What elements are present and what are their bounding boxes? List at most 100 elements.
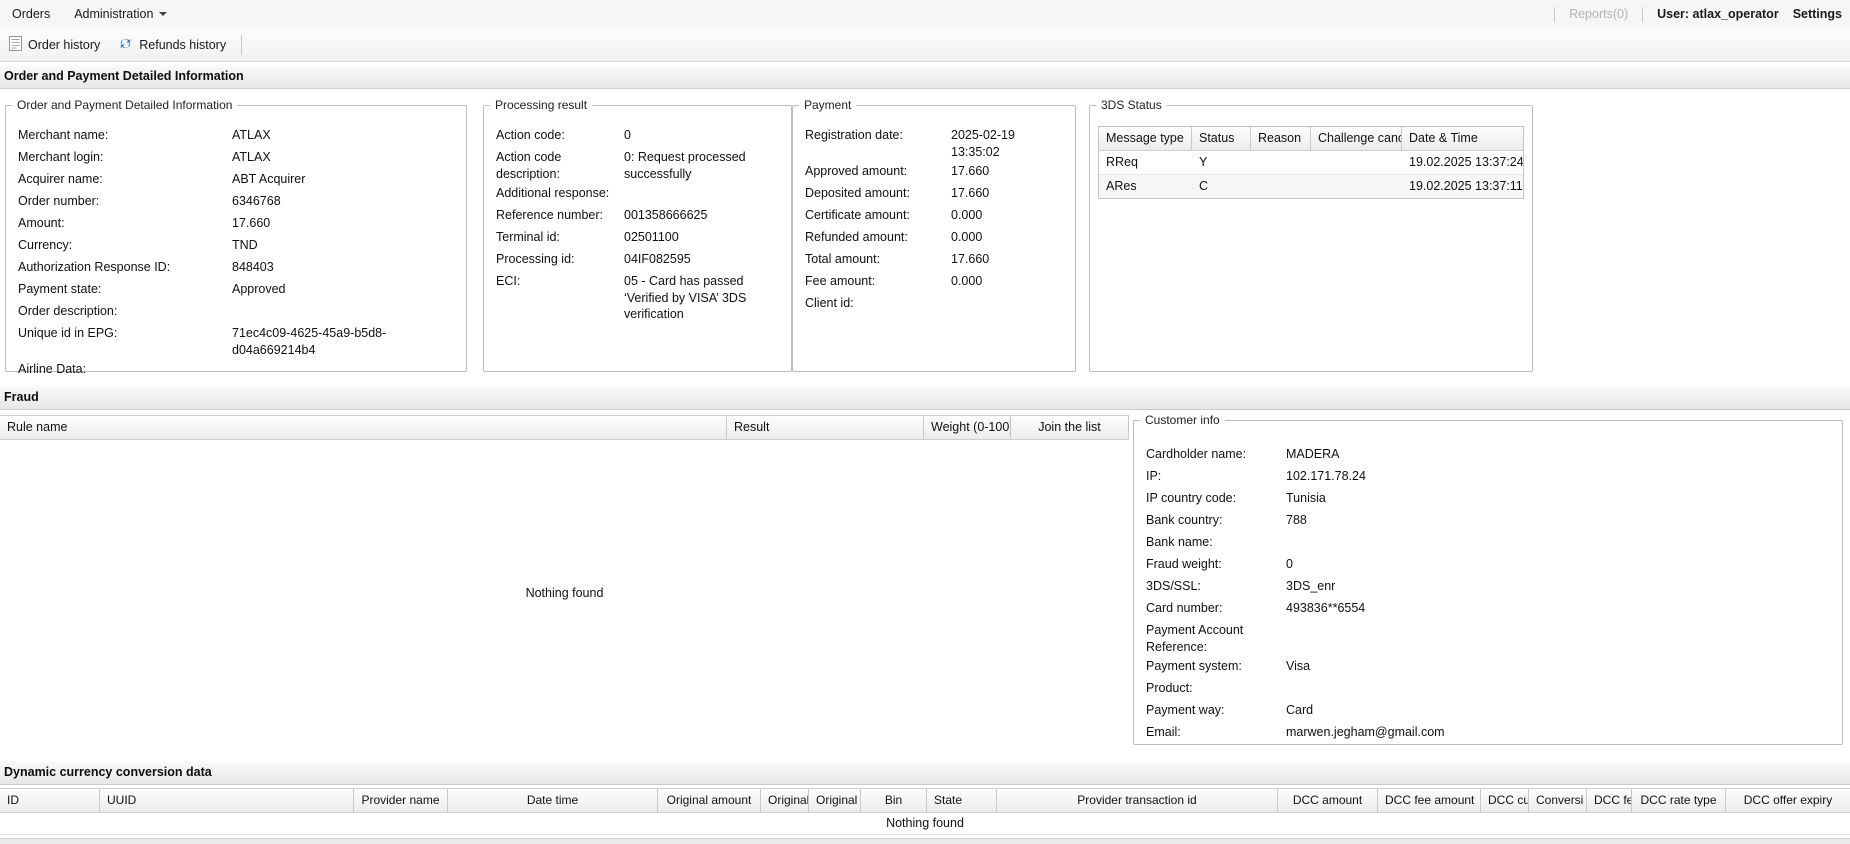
field-value: 001358666625 — [624, 208, 708, 222]
field-row: Order description: — [6, 300, 466, 322]
field-label: Bank country: — [1146, 513, 1223, 527]
column-header[interactable]: Provider transaction id — [997, 789, 1278, 812]
field-label: Client id: — [805, 296, 854, 310]
field-label: Registration date: — [805, 128, 903, 142]
settings-link[interactable]: Settings — [1793, 7, 1842, 21]
column-header[interactable]: State — [927, 789, 997, 812]
column-header[interactable]: Date time — [448, 789, 658, 812]
menu-item-orders[interactable]: Orders — [0, 0, 62, 28]
menu-item-administration[interactable]: Administration — [62, 0, 179, 28]
order-history-button[interactable]: Order history — [0, 33, 109, 57]
column-header[interactable]: Join the list — [1011, 416, 1129, 439]
column-header[interactable]: Bin — [861, 789, 927, 812]
field-row: Amount: 17.660 — [6, 212, 466, 234]
field-value: 3DS_enr — [1286, 579, 1336, 593]
fraud-empty-message: Nothing found — [525, 586, 604, 600]
field-value: ATLAX — [232, 128, 271, 142]
payment-fieldset: Payment Registration date: 2025-02-19 13… — [792, 98, 1076, 372]
refresh-icon — [118, 36, 133, 54]
column-header[interactable]: DCC offer expiry — [1726, 789, 1850, 812]
field-label: Currency: — [18, 238, 73, 252]
refunds-history-button[interactable]: Refunds history — [109, 33, 235, 57]
field-row: Product: — [1134, 677, 1842, 699]
field-row: Unique id in EPG: 71ec4c09-4625-45a9-b5d… — [6, 322, 466, 358]
field-label: Action code: — [496, 128, 565, 142]
column-header[interactable]: Conversi — [1529, 789, 1587, 812]
menubar-separator — [1554, 6, 1556, 22]
table-row: RReq Y 19.02.2025 13:37:24 — [1099, 151, 1523, 175]
field-value: Approved — [232, 282, 286, 296]
field-value: 102.171.78.24 — [1286, 469, 1366, 483]
column-header[interactable]: DCC curr — [1481, 789, 1529, 812]
field-label: Deposited amount: — [805, 186, 910, 200]
field-value: 788 — [1286, 513, 1307, 527]
column-header[interactable]: DCC fee — [1587, 789, 1632, 812]
field-row: Client id: — [793, 292, 1075, 314]
field-row: Airline Data: — [6, 358, 466, 380]
field-label: Card number: — [1146, 601, 1223, 615]
threeds-table: Message type Status Reason Challenge can… — [1098, 126, 1524, 199]
field-label: Unique id in EPG: — [18, 326, 118, 340]
field-value: marwen.jegham@gmail.com — [1286, 725, 1445, 739]
column-header[interactable]: DCC rate type — [1632, 789, 1726, 812]
column-header: Message type — [1099, 127, 1192, 150]
cell-message-type: RReq — [1106, 155, 1138, 169]
processing-result-legend: Processing result — [495, 98, 588, 112]
field-value: 0 — [624, 128, 631, 142]
field-row: Action code: 0 — [484, 124, 791, 146]
column-header[interactable]: Provider name — [354, 789, 448, 812]
column-header[interactable]: UUID — [100, 789, 354, 812]
field-label: Approved amount: — [805, 164, 908, 178]
column-header[interactable]: Rule name — [0, 416, 727, 439]
cell-challenge-cancel — [1311, 151, 1402, 174]
refunds-history-label: Refunds history — [139, 37, 227, 52]
field-row: ECI: 05 - Card has passed ‘Verified by V… — [484, 270, 791, 323]
order-details-rows: Merchant name: ATLAX Merchant login: ATL… — [6, 112, 466, 380]
field-label: ECI: — [496, 274, 521, 288]
column-header[interactable]: DCC fee amount — [1378, 789, 1481, 812]
cell-date-time: 19.02.2025 13:37:24 — [1409, 155, 1523, 169]
column-header[interactable]: ID — [0, 789, 100, 812]
column-header[interactable]: Result — [727, 416, 924, 439]
field-row: Additional response: — [484, 182, 791, 204]
field-value: 2025-02-19 13:35:02 — [951, 128, 1015, 159]
field-row: Terminal id: 02501100 — [484, 226, 791, 248]
order-details-page: Orders Administration Reports(0) User: a… — [0, 0, 1850, 844]
field-row: Card number: 493836**6554 — [1134, 597, 1842, 619]
order-history-label: Order history — [28, 37, 101, 52]
field-row: Fraud weight: 0 — [1134, 553, 1842, 575]
field-row: Authorization Response ID: 848403 — [6, 256, 466, 278]
field-row: IP: 102.171.78.24 — [1134, 465, 1842, 487]
field-value: 02501100 — [624, 230, 679, 244]
field-value: 71ec4c09-4625-45a9-b5d8-d04a669214b4 — [232, 326, 387, 357]
section-header-fraud: Fraud — [0, 385, 1850, 410]
field-label: Processing id: — [496, 252, 575, 266]
column-header[interactable]: Original f — [761, 789, 809, 812]
field-label: Payment state: — [18, 282, 102, 296]
field-label: Refunded amount: — [805, 230, 908, 244]
field-value: 848403 — [232, 260, 274, 274]
field-row: Payment Account Reference: — [1134, 619, 1842, 655]
menu-item-orders-label: Orders — [12, 7, 51, 21]
field-value: 493836**6554 — [1286, 601, 1366, 615]
user-label: User: atlax_operator — [1657, 7, 1779, 21]
column-header[interactable]: Original amount — [658, 789, 761, 812]
fraud-table-body: Nothing found — [0, 441, 1129, 745]
field-row: Merchant login: ATLAX — [6, 146, 466, 168]
field-row: Deposited amount: 17.660 — [793, 182, 1075, 204]
field-label: Merchant login: — [18, 150, 104, 164]
column-header[interactable]: DCC amount — [1278, 789, 1378, 812]
column-header[interactable]: Weight (0-100) — [924, 416, 1011, 439]
field-row: Processing id: 04IF082595 — [484, 248, 791, 270]
column-header: Date & Time — [1409, 131, 1478, 145]
dcc-table-header: ID UUID Provider name Date time Original… — [0, 788, 1850, 813]
field-row: Order number: 6346768 — [6, 190, 466, 212]
section-header-order-payment: Order and Payment Detailed Information — [0, 64, 1850, 89]
customer-info-fieldset: Customer info Cardholder name: MADERA IP… — [1133, 413, 1843, 745]
processing-result-fieldset: Processing result Action code: 0 Action … — [483, 98, 792, 372]
field-row: Fee amount: 0.000 — [793, 270, 1075, 292]
field-label: Product: — [1146, 681, 1193, 695]
column-header[interactable]: Original c — [809, 789, 861, 812]
toolbar-separator — [241, 34, 243, 55]
table-row: ARes C 19.02.2025 13:37:11 — [1099, 175, 1523, 198]
